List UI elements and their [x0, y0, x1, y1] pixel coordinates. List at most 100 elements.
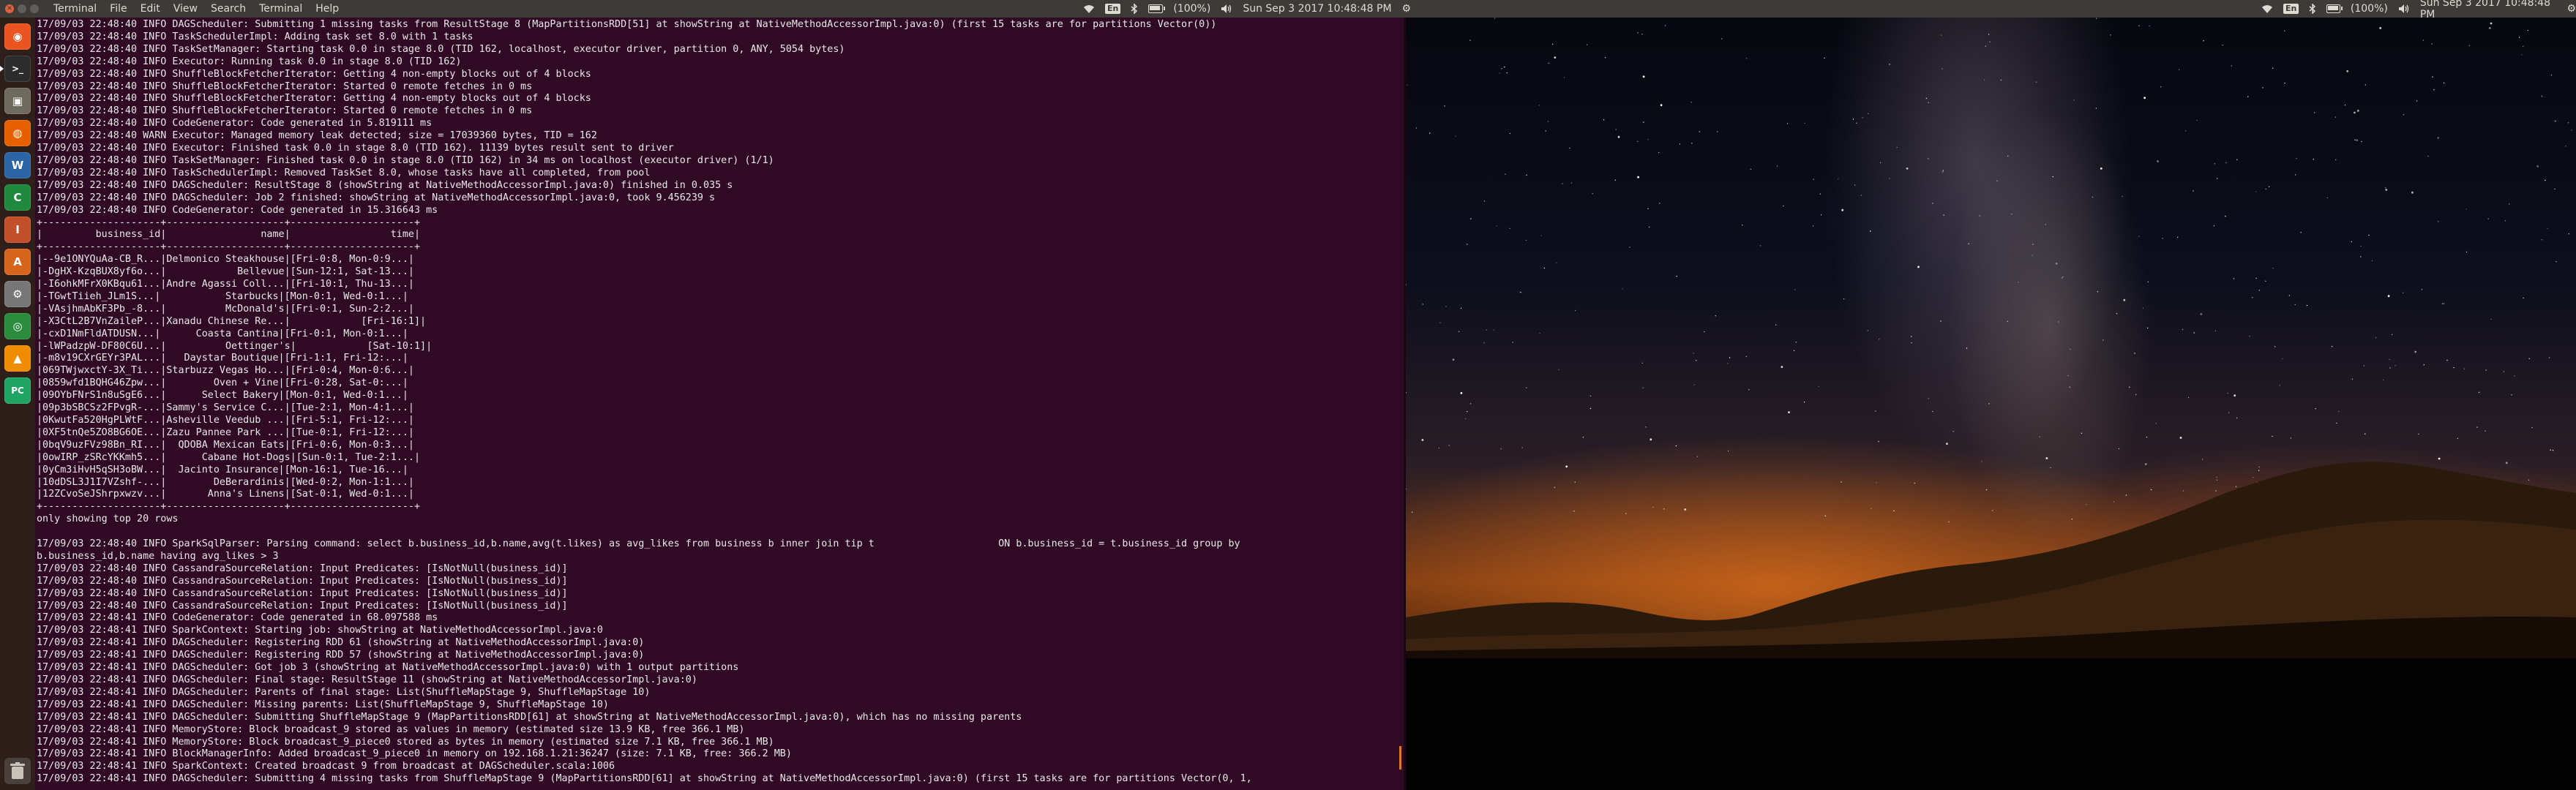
indicator-area-right: En (100%) Sun Sep 3 2017 10:48:48 PM ⚙ [2261, 0, 2576, 20]
launcher-settings-icon[interactable]: ⚙ [4, 281, 31, 307]
terminal-line: 17/09/03 22:48:41 INFO MemoryStore: Bloc… [37, 723, 745, 735]
menu-help[interactable]: Help [315, 3, 339, 15]
launcher-chrome-icon[interactable]: ◎ [4, 313, 31, 339]
terminal-line: |0owIRP_zSRcYKKmh5...| Cabane Hot-Dogs|[… [37, 451, 421, 463]
bluetooth-icon[interactable] [1131, 4, 1138, 14]
battery-icon[interactable] [2326, 4, 2343, 13]
terminal-line: +--------------------+------------------… [37, 501, 421, 513]
keyboard-layout-indicator[interactable]: En [1105, 4, 1121, 14]
terminal-line: |-lWPadzpW-DF80C6U...| Oettinger's| [Sat… [37, 340, 433, 352]
terminal-line: |10dDSL3J1I7VZshf-...| DeBerardinis|[Wed… [37, 476, 414, 488]
terminal-line: |09OYbFNrS1n8uSgE6...| Select Bakery|[Mo… [37, 390, 408, 402]
desktop-wallpaper [1406, 18, 2576, 658]
battery-percent: (100%) [2350, 3, 2388, 15]
app-title: Terminal [53, 3, 97, 15]
trash-icon[interactable] [4, 758, 31, 784]
menu-edit[interactable]: Edit [141, 3, 160, 15]
terminal-line: 17/09/03 22:48:41 INFO DAGScheduler: Mis… [37, 699, 609, 710]
terminal-line: 17/09/03 22:48:40 INFO TaskSetManager: F… [37, 154, 774, 166]
terminal-output[interactable]: 17/09/03 22:48:40 INFO DAGScheduler: Sub… [35, 18, 1404, 786]
network-icon[interactable] [2261, 4, 2273, 14]
terminal-line: 17/09/03 22:48:41 INFO DAGScheduler: Reg… [37, 637, 645, 649]
battery-percent: (100%) [1173, 3, 1211, 15]
terminal-line: 17/09/03 22:48:41 INFO DAGScheduler: Got… [37, 662, 739, 674]
menu-terminal[interactable]: Terminal [259, 3, 302, 15]
launcher: ◉ >_ ▣ ◍ W C I A ⚙ ◎ ▲ PC [0, 18, 35, 790]
terminal-line: 17/09/03 22:48:41 INFO DAGScheduler: Reg… [37, 650, 645, 661]
bluetooth-icon[interactable] [2309, 4, 2316, 14]
menu-file[interactable]: File [110, 3, 127, 15]
terminal-line: 17/09/03 22:48:40 INFO ShuffleBlockFetch… [37, 68, 591, 80]
terminal-line: b.business_id,b.name having avg_likes > … [37, 550, 279, 562]
terminal-line: 17/09/03 22:48:41 INFO CodeGenerator: Co… [37, 612, 438, 624]
launcher-files-icon[interactable]: ▣ [4, 88, 31, 114]
terminal-line: 17/09/03 22:48:40 INFO DAGScheduler: Job… [37, 192, 716, 203]
menu-search[interactable]: Search [211, 3, 246, 15]
terminal-line: |--9e1ONYQuAa-CB_R...|Delmonico Steakhou… [37, 254, 414, 266]
battery-icon[interactable] [1148, 4, 1166, 13]
terminal-line: 17/09/03 22:48:40 WARN Executor: Managed… [37, 130, 597, 142]
terminal-line: | business_id| name| time| [37, 229, 421, 241]
terminal-line: |0yCm3iHvH5qSH3oBW...| Jacinto Insurance… [37, 464, 408, 475]
minimize-window-button[interactable] [18, 4, 26, 13]
launcher-libreoffice-calc-icon[interactable]: C [4, 184, 31, 211]
close-window-button[interactable]: ✕ [5, 4, 14, 13]
launcher-libreoffice-writer-icon[interactable]: W [4, 152, 31, 178]
terminal-line: 17/09/03 22:48:40 INFO CodeGenerator: Co… [37, 204, 438, 216]
terminal-line: 17/09/03 22:48:41 INFO SparkContext: Sta… [37, 625, 603, 636]
terminal-scroll-indicator [1399, 746, 1401, 770]
terminal-line: 17/09/03 22:48:40 INFO ShuffleBlockFetch… [37, 93, 591, 105]
terminal-line: 17/09/03 22:48:41 INFO SparkContext: Cre… [37, 761, 615, 772]
terminal-line: |0859wfd1BQHG46Zpw...| Oven + Vine|[Fri-… [37, 377, 408, 389]
launcher-terminal-icon[interactable]: >_ [0, 56, 31, 82]
top-menu-bar: ✕ Terminal File Edit View Search Termina… [0, 0, 2576, 20]
window-controls: ✕ [5, 4, 43, 13]
terminal-line: |0KwutFa520HgPLWtF...|Asheville Veedub .… [37, 415, 414, 426]
menu-view[interactable]: View [173, 3, 198, 15]
terminal-line: |069TWjwxctY-3X_Ti...|Starbuzz Vegas Ho.… [37, 365, 414, 377]
launcher-ubuntu-dash-icon[interactable]: ◉ [4, 23, 31, 50]
terminal-line: 17/09/03 22:48:40 INFO ShuffleBlockFetch… [37, 105, 533, 117]
gear-icon[interactable]: ⚙ [2566, 3, 2576, 15]
terminal-line: |09p3bSBCSz2FPvgR-...|Sammy's Service C.… [37, 402, 414, 414]
launcher-software-center-icon[interactable]: A [4, 249, 31, 275]
terminal-line: only showing top 20 rows [37, 514, 179, 525]
gear-icon[interactable]: ⚙ [1402, 3, 1412, 15]
launcher-vlc-icon[interactable]: ▲ [4, 345, 31, 372]
terminal-window[interactable]: 17/09/03 22:48:40 INFO DAGScheduler: Sub… [35, 18, 1404, 790]
clock[interactable]: Sun Sep 3 2017 10:48:48 PM [1243, 3, 1391, 15]
terminal-line: 17/09/03 22:48:41 INFO DAGScheduler: Fin… [37, 674, 697, 686]
terminal-line: |0XF5tnQe5ZO8BG6OE...|Zazu Pannee Park .… [37, 426, 414, 438]
terminal-line: 17/09/03 22:48:41 INFO DAGScheduler: Sub… [37, 711, 1022, 723]
terminal-line: 17/09/03 22:48:40 INFO DAGScheduler: Res… [37, 179, 733, 191]
network-icon[interactable] [1083, 4, 1095, 14]
launcher-firefox-icon[interactable]: ◍ [4, 120, 31, 146]
terminal-line: 17/09/03 22:48:41 INFO MemoryStore: Bloc… [37, 736, 774, 748]
app-menu: File Edit View Search Terminal Help [110, 3, 339, 15]
launcher-libreoffice-impress-icon[interactable]: I [4, 217, 31, 243]
terminal-line: |-m8v19CXrGEYr3PAL...| Daystar Boutique|… [37, 353, 408, 364]
terminal-line: 17/09/03 22:48:40 INFO CodeGenerator: Co… [37, 118, 433, 129]
keyboard-layout-indicator[interactable]: En [2283, 4, 2299, 14]
terminal-line: 17/09/03 22:48:40 INFO CassandraSourceRe… [37, 587, 568, 599]
terminal-line: +--------------------+------------------… [37, 241, 421, 253]
terminal-line: 17/09/03 22:48:40 INFO TaskSchedulerImpl… [37, 167, 651, 178]
terminal-line: 17/09/03 22:48:40 INFO TaskSchedulerImpl… [37, 31, 473, 42]
terminal-line: |-cxD1NmFldATDUSN...| Coasta Cantina|[Fr… [37, 328, 408, 339]
terminal-line: |12ZCvoSeJShrpxwzv...| Anna's Linens|[Sa… [37, 489, 414, 500]
terminal-line: 17/09/03 22:48:40 INFO SparkSqlParser: P… [37, 538, 1240, 550]
launcher-pycharm-icon[interactable]: PC [4, 377, 31, 404]
volume-icon[interactable] [2398, 4, 2410, 14]
maximize-window-button[interactable] [30, 4, 39, 13]
terminal-line: 17/09/03 22:48:40 INFO TaskSetManager: S… [37, 43, 845, 55]
terminal-line: 17/09/03 22:48:40 INFO Executor: Running… [37, 56, 462, 67]
terminal-line: 17/09/03 22:48:40 INFO ShuffleBlockFetch… [37, 80, 533, 92]
terminal-line: 17/09/03 22:48:40 INFO CassandraSourceRe… [37, 575, 568, 587]
mountain-silhouette [1406, 462, 2576, 658]
terminal-line: |-I6ohkMFrX0KBqu61...|Andre Agassi Coll.… [37, 279, 414, 290]
terminal-line: |-VAsjhmAbKF3Pb_-8...| McDonald's|[Fri-0… [37, 303, 414, 315]
indicator-area-left: En (100%) Sun Sep 3 2017 10:48:48 PM ⚙ [1083, 0, 1411, 18]
volume-icon[interactable] [1221, 4, 1232, 14]
terminal-line: |-TGwtTiieh_JLm1S...| Starbucks|[Mon-0:1… [37, 290, 408, 302]
